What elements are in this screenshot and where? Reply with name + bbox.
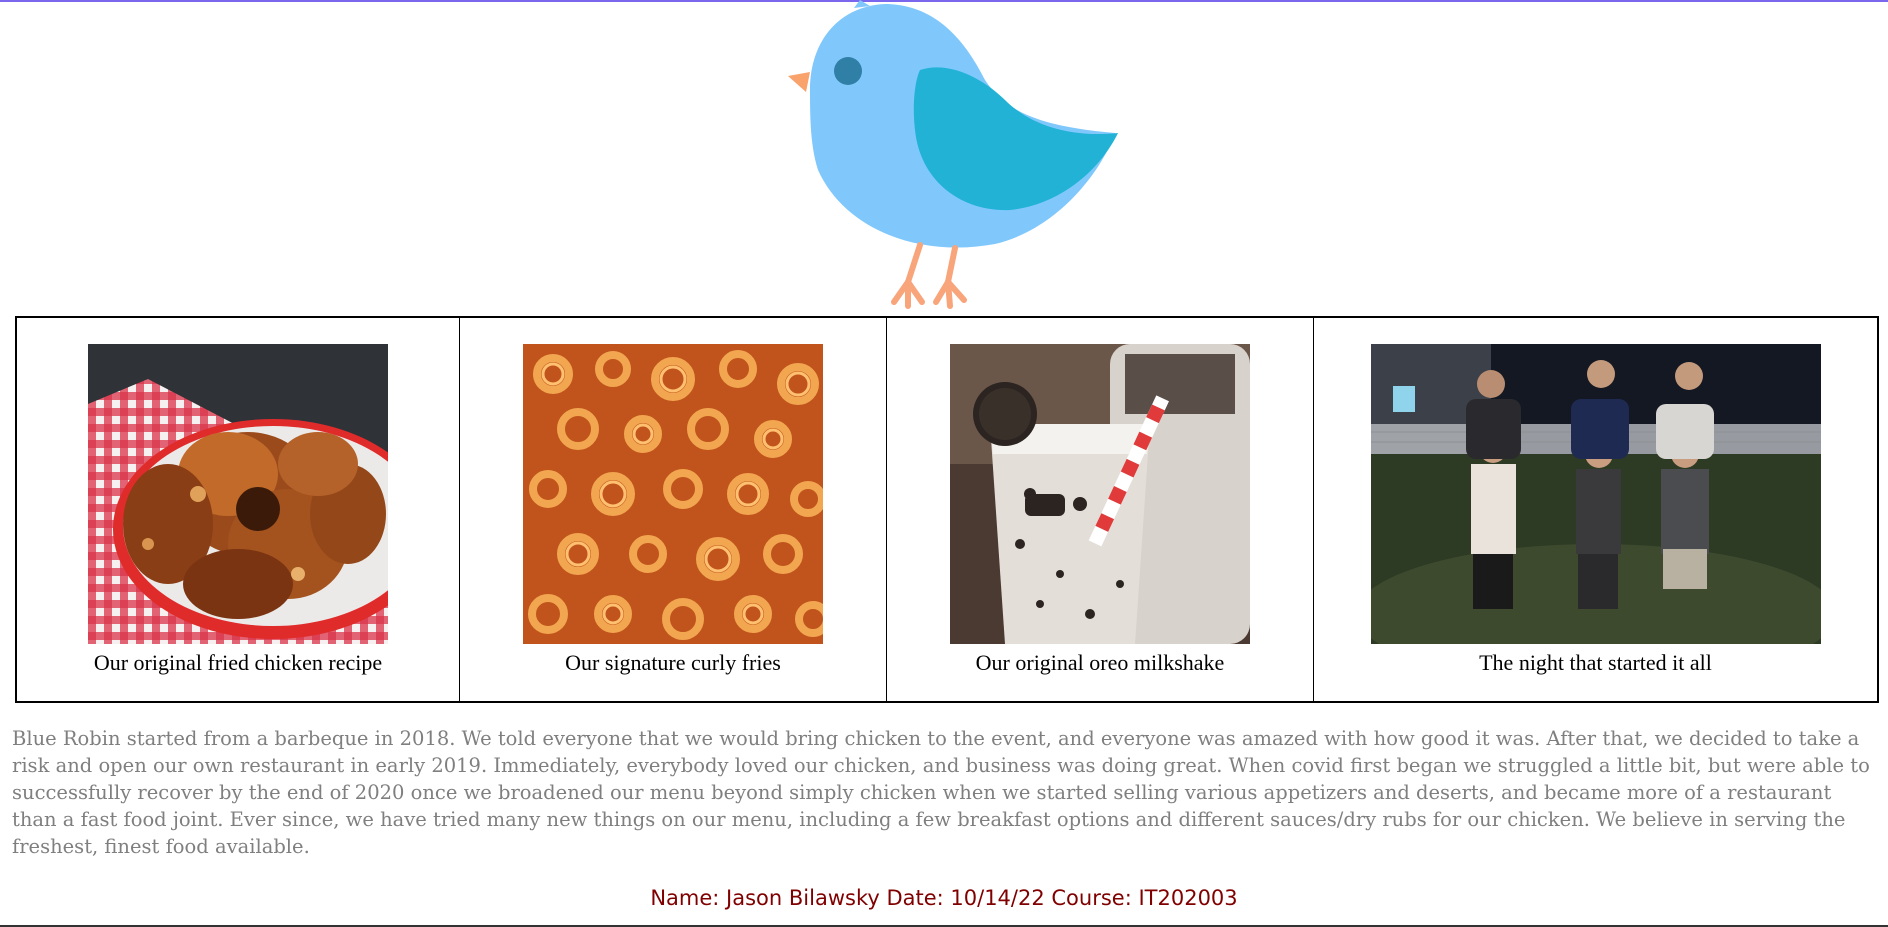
fried-chicken-photo [88,344,388,644]
group-night-photo [1370,344,1821,644]
oreo-milkshake-photo [950,344,1250,644]
caption-fried-chicken: Our original fried chicken recipe [93,650,383,675]
blue-robin-bird-icon [770,0,1130,310]
caption-group-night: The night that started it all [1479,650,1712,675]
caption-curly-fries: Our signature curly fries [565,650,781,675]
author-footer: Name: Jason Bilawsky Date: 10/14/22 Cour… [650,886,1238,910]
gallery-cell-fries: Our signature curly fries [459,316,887,703]
gallery-cell-group: The night that started it all [1313,316,1879,703]
gallery-cell-milkshake: Our original oreo milkshake [886,316,1314,703]
food-gallery-table: Our original fried chicken recipe Our si… [15,316,1879,703]
caption-oreo-milkshake: Our original oreo milkshake [975,650,1225,675]
restaurant-story-paragraph: Blue Robin started from a barbeque in 20… [12,727,1870,858]
curly-fries-photo [523,344,823,644]
gallery-cell-chicken: Our original fried chicken recipe [15,316,460,703]
